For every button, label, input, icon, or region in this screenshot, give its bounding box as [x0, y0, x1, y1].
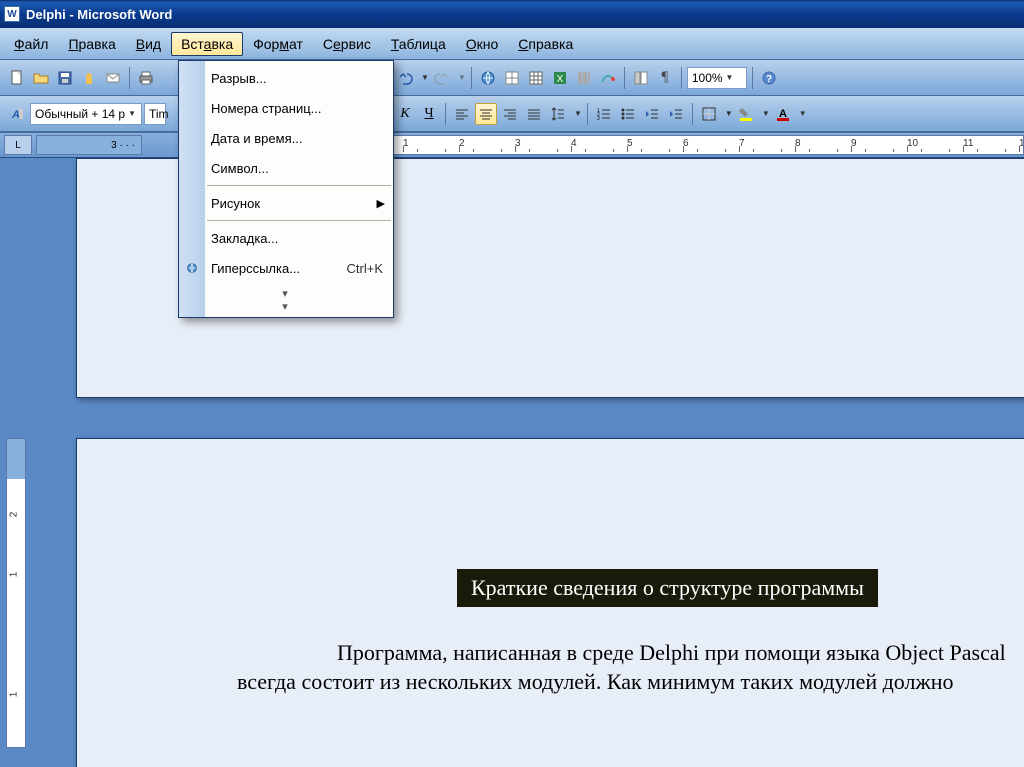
menu-table[interactable]: Таблица — [381, 32, 456, 56]
ruler-number: 10 — [907, 138, 918, 149]
toolbar-separator — [752, 67, 753, 89]
hyperlink-icon — [184, 260, 200, 276]
ruler-left-margin[interactable]: 3 · · · — [36, 135, 142, 155]
undo-icon[interactable] — [394, 67, 416, 89]
insert-table-icon[interactable] — [525, 67, 547, 89]
new-doc-icon[interactable] — [6, 67, 28, 89]
ruler-corner[interactable]: L — [4, 135, 32, 155]
menu-separator — [207, 220, 391, 221]
highlight-arrow[interactable]: ▼ — [762, 109, 770, 118]
word-app-icon: W — [4, 6, 20, 22]
font-color-arrow[interactable]: ▼ — [799, 109, 807, 118]
menu-expand-icon[interactable]: ▾▾ — [179, 283, 393, 315]
redo-icon[interactable] — [431, 67, 453, 89]
title-bar: W Delphi - Microsoft Word — [0, 0, 1024, 28]
hyperlink-icon[interactable] — [477, 67, 499, 89]
print-icon[interactable] — [135, 67, 157, 89]
menu-item-break[interactable]: Разрыв... — [179, 63, 393, 93]
italic-icon[interactable]: К — [394, 103, 416, 125]
toolbar-separator — [471, 67, 472, 89]
svg-text:3: 3 — [597, 116, 600, 122]
document-page[interactable]: Краткие сведения о структуре программы П… — [76, 438, 1024, 767]
toolbar-separator — [445, 103, 446, 125]
menu-item-symbol[interactable]: Символ... — [179, 153, 393, 183]
open-icon[interactable] — [30, 67, 52, 89]
menu-item-date-time[interactable]: Дата и время... — [179, 123, 393, 153]
zoom-value: 100% — [692, 71, 723, 85]
align-center-icon[interactable] — [475, 103, 497, 125]
svg-text:?: ? — [766, 74, 772, 85]
standard-toolbar: 🔍 ▼ ▼ X ¶ 100%▼ ? — [0, 60, 1024, 96]
vertical-ruler[interactable]: 2 1 1 — [6, 438, 26, 748]
justify-icon[interactable] — [523, 103, 545, 125]
style-dropdown[interactable]: Обычный + 14 p▼ — [30, 103, 142, 125]
menu-item-bookmark[interactable]: Закладка... — [179, 223, 393, 253]
decrease-indent-icon[interactable] — [641, 103, 663, 125]
underline-icon[interactable]: Ч — [418, 103, 440, 125]
ruler-bar: L 3 · · · 12345678910111213141516 — [0, 132, 1024, 158]
menu-item-page-numbers[interactable]: Номера страниц... — [179, 93, 393, 123]
menu-bar: Файл Правка Вид Вставка Формат Сервис Та… — [0, 28, 1024, 60]
menu-view[interactable]: Вид — [126, 32, 171, 56]
show-marks-icon[interactable]: ¶ — [654, 67, 676, 89]
borders-icon[interactable] — [698, 103, 720, 125]
drawing-icon[interactable] — [597, 67, 619, 89]
style-value: Обычный + 14 p — [35, 107, 125, 121]
zoom-dropdown[interactable]: 100%▼ — [687, 67, 747, 89]
menu-format[interactable]: Формат — [243, 32, 313, 56]
document-body-text[interactable]: Программа, написанная в среде Delphi при… — [237, 639, 1024, 696]
formatting-toolbar: A Обычный + 14 p▼ Tim К Ч ▼ 123 ▼ ▼ A ▼ — [0, 96, 1024, 132]
font-value: Tim — [149, 107, 169, 121]
menu-window[interactable]: Окно — [456, 32, 509, 56]
menu-insert[interactable]: Вставка — [171, 32, 243, 56]
redo-dropdown-arrow[interactable]: ▼ — [458, 73, 466, 82]
document-workspace: 2 1 1 Краткие сведения о структуре прогр… — [0, 158, 1024, 767]
shortcut-label: Ctrl+K — [347, 261, 383, 276]
bullets-icon[interactable] — [617, 103, 639, 125]
insert-menu-dropdown: Разрыв... Номера страниц... Дата и время… — [178, 60, 394, 318]
borders-arrow[interactable]: ▼ — [725, 109, 733, 118]
align-right-icon[interactable] — [499, 103, 521, 125]
save-icon[interactable] — [54, 67, 76, 89]
toolbar-separator — [681, 67, 682, 89]
toolbar-separator — [692, 103, 693, 125]
toolbar-separator — [624, 67, 625, 89]
permission-icon[interactable] — [78, 67, 100, 89]
ruler-number: 11 — [963, 138, 973, 149]
font-color-icon[interactable]: A — [772, 103, 794, 125]
styles-pane-icon[interactable]: A — [6, 103, 28, 125]
menu-item-hyperlink[interactable]: Гиперссылка... Ctrl+K — [179, 253, 393, 283]
undo-dropdown-arrow[interactable]: ▼ — [421, 73, 429, 82]
help-icon[interactable]: ? — [758, 67, 780, 89]
menu-item-picture[interactable]: Рисунок▶ — [179, 188, 393, 218]
submenu-arrow-icon: ▶ — [377, 197, 385, 210]
excel-icon[interactable]: X — [549, 67, 571, 89]
menu-help[interactable]: Справка — [508, 32, 583, 56]
window-title: Delphi - Microsoft Word — [26, 7, 172, 22]
svg-text:A: A — [11, 109, 20, 121]
columns-icon[interactable] — [573, 67, 595, 89]
line-spacing-icon[interactable] — [547, 103, 569, 125]
menu-tools[interactable]: Сервис — [313, 32, 381, 56]
increase-indent-icon[interactable] — [665, 103, 687, 125]
toolbar-separator — [587, 103, 588, 125]
menu-edit[interactable]: Правка — [58, 32, 125, 56]
line-spacing-arrow[interactable]: ▼ — [574, 109, 582, 118]
horizontal-ruler[interactable]: 12345678910111213141516 — [392, 135, 1024, 155]
font-dropdown[interactable]: Tim — [144, 103, 166, 125]
menu-separator — [207, 185, 391, 186]
doc-map-icon[interactable] — [630, 67, 652, 89]
numbering-icon[interactable]: 123 — [593, 103, 615, 125]
document-heading[interactable]: Краткие сведения о структуре программы — [457, 569, 878, 607]
tables-borders-icon[interactable] — [501, 67, 523, 89]
align-left-icon[interactable] — [451, 103, 473, 125]
menu-file[interactable]: Файл — [4, 32, 58, 56]
email-icon[interactable] — [102, 67, 124, 89]
toolbar-separator — [129, 67, 130, 89]
highlight-icon[interactable] — [735, 103, 757, 125]
svg-text:X: X — [557, 74, 564, 85]
